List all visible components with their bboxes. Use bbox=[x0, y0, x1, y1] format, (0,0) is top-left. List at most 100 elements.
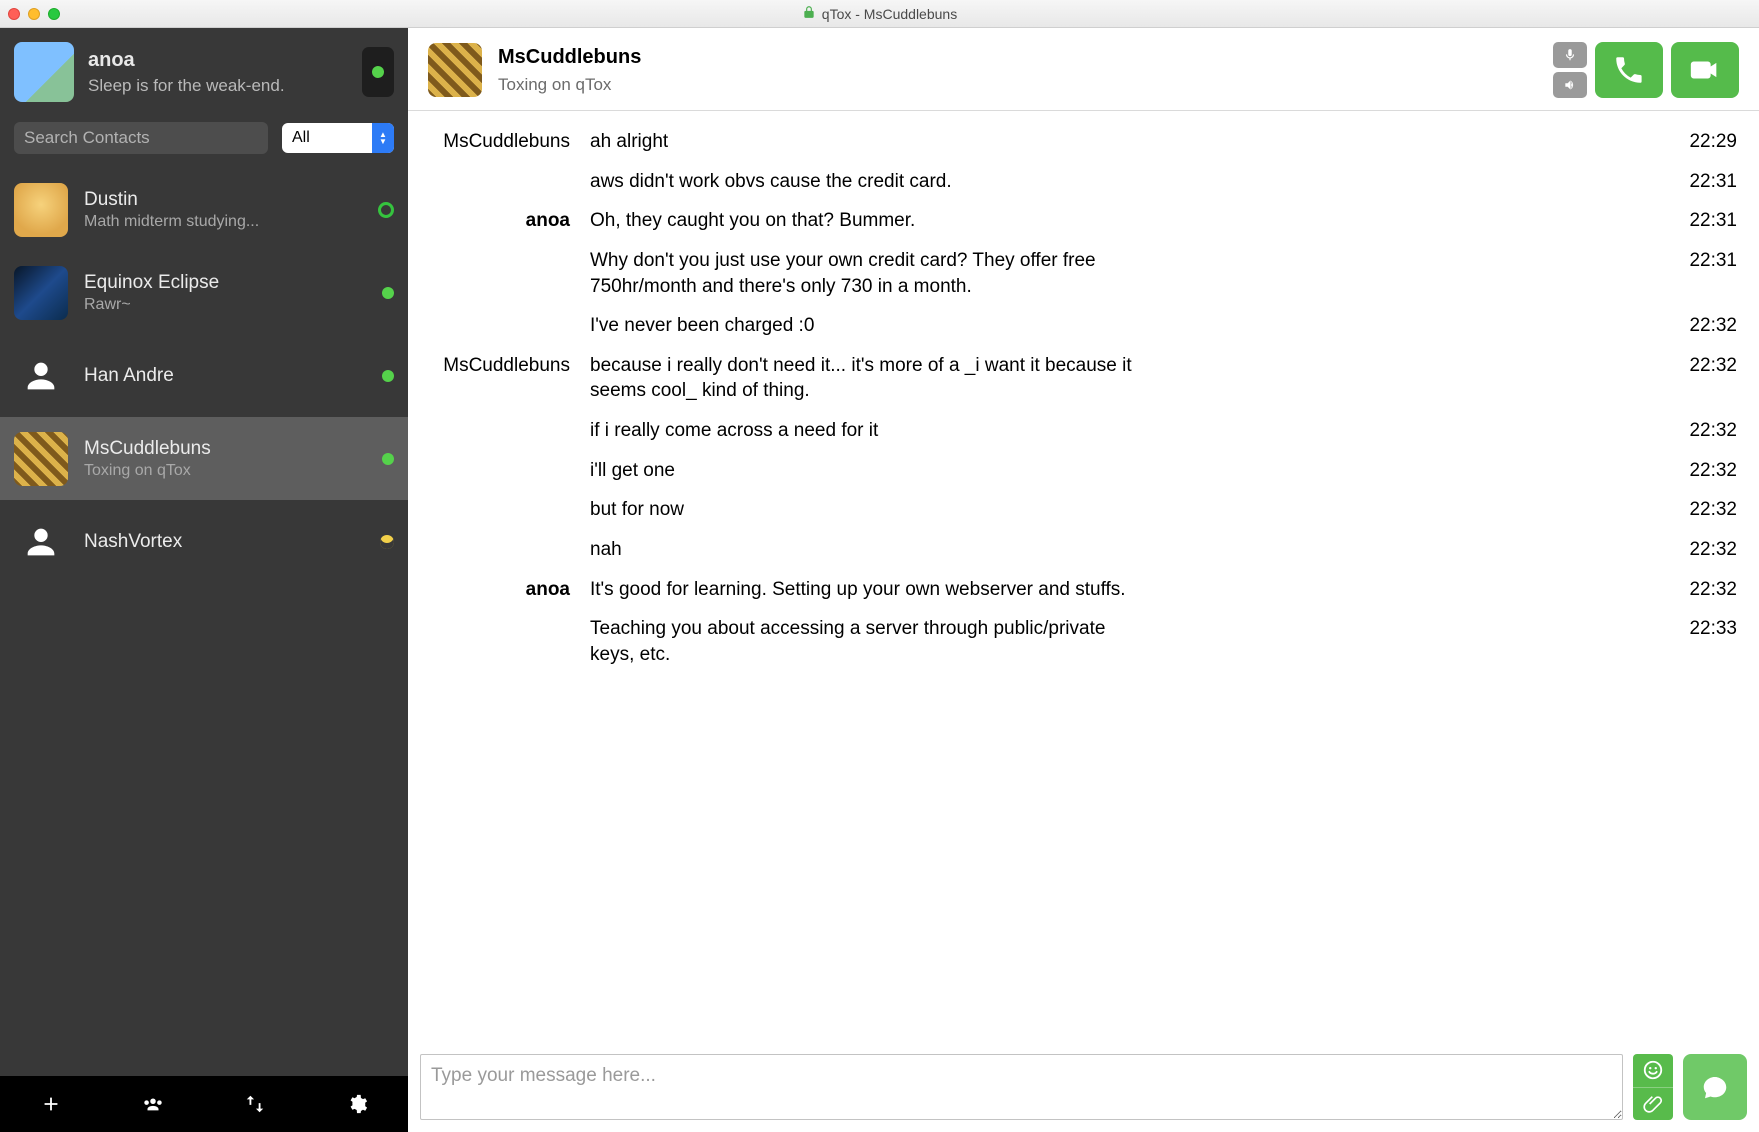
contact-avatar bbox=[14, 266, 68, 320]
message-row: MsCuddlebunsbecause i really don't need … bbox=[430, 353, 1737, 404]
presence-dot-icon bbox=[382, 370, 394, 382]
add-contact-button[interactable] bbox=[33, 1086, 69, 1122]
select-chevrons-icon: ▲▼ bbox=[372, 123, 394, 153]
message-sender: anoa bbox=[430, 577, 590, 603]
contact-name: MsCuddlebuns bbox=[84, 438, 366, 460]
message-timestamp: 22:32 bbox=[1689, 577, 1737, 603]
contact-name: Equinox Eclipse bbox=[84, 272, 366, 294]
group-button[interactable] bbox=[135, 1086, 171, 1122]
gear-icon bbox=[346, 1093, 368, 1115]
contact-avatar bbox=[14, 183, 68, 237]
compose-bar bbox=[408, 1046, 1759, 1132]
message-timestamp: 22:32 bbox=[1689, 418, 1737, 444]
search-contacts-input[interactable] bbox=[14, 122, 268, 154]
message-row: nah 22:32 bbox=[430, 537, 1737, 563]
window-minimize-button[interactable] bbox=[28, 8, 40, 20]
settings-button[interactable] bbox=[339, 1086, 375, 1122]
message-row: Teaching you about accessing a server th… bbox=[430, 616, 1737, 667]
chat-panel: MsCuddlebuns Toxing on qTox bbox=[408, 28, 1759, 1132]
window-titlebar: qTox - MsCuddlebuns bbox=[0, 0, 1759, 28]
message-row: anoaIt's good for learning. Setting up y… bbox=[430, 577, 1737, 603]
mute-mic-button[interactable] bbox=[1553, 42, 1587, 68]
contact-status-text: Toxing on qTox bbox=[84, 462, 366, 480]
message-sender bbox=[430, 313, 590, 339]
message-input[interactable] bbox=[420, 1054, 1623, 1120]
message-text: I've never been charged :0 bbox=[590, 313, 1150, 339]
speaker-icon bbox=[1563, 78, 1577, 92]
contact-presence-indicator bbox=[382, 370, 394, 382]
contact-avatar bbox=[14, 515, 68, 569]
contact-item[interactable]: DustinMath midterm studying... bbox=[0, 168, 408, 251]
message-text: Oh, they caught you on that? Bummer. bbox=[590, 208, 1150, 234]
message-timestamp: 22:32 bbox=[1689, 353, 1737, 404]
attach-button[interactable] bbox=[1633, 1087, 1673, 1121]
contact-list: DustinMath midterm studying...Equinox Ec… bbox=[0, 168, 408, 1076]
contact-item[interactable]: Equinox Eclipse Rawr~ bbox=[0, 251, 408, 334]
contact-presence-indicator bbox=[380, 535, 394, 549]
message-sender: MsCuddlebuns bbox=[430, 129, 590, 155]
window-close-button[interactable] bbox=[8, 8, 20, 20]
message-text: It's good for learning. Setting up your … bbox=[590, 577, 1150, 603]
message-text: nah bbox=[590, 537, 1150, 563]
message-text: i'll get one bbox=[590, 458, 1150, 484]
message-list[interactable]: MsCuddlebunsah alright22:29aws didn't wo… bbox=[408, 111, 1759, 1046]
presence-dot-icon bbox=[372, 66, 384, 78]
paperclip-icon bbox=[1643, 1094, 1663, 1114]
self-presence-toggle[interactable] bbox=[362, 47, 394, 97]
message-row: aws didn't work obvs cause the credit ca… bbox=[430, 169, 1737, 195]
message-row: i'll get one 22:32 bbox=[430, 458, 1737, 484]
chat-contact-name: MsCuddlebuns bbox=[498, 46, 641, 69]
message-text: ah alright bbox=[590, 129, 1150, 155]
message-row: I've never been charged :0 22:32 bbox=[430, 313, 1737, 339]
message-timestamp: 22:31 bbox=[1689, 208, 1737, 234]
presence-dot-icon bbox=[380, 535, 394, 549]
contact-item[interactable]: Han Andre bbox=[0, 334, 408, 417]
message-text: if i really come across a need for it bbox=[590, 418, 1150, 444]
voice-call-button[interactable] bbox=[1595, 42, 1663, 98]
self-avatar bbox=[14, 42, 74, 102]
contact-presence-indicator bbox=[382, 453, 394, 465]
message-timestamp: 22:32 bbox=[1689, 497, 1737, 523]
message-timestamp: 22:32 bbox=[1689, 458, 1737, 484]
message-text: Why don't you just use your own credit c… bbox=[590, 248, 1150, 299]
message-sender: anoa bbox=[430, 208, 590, 234]
message-row: but for now 22:32 bbox=[430, 497, 1737, 523]
message-timestamp: 22:32 bbox=[1689, 313, 1737, 339]
emoji-button[interactable] bbox=[1633, 1054, 1673, 1087]
window-zoom-button[interactable] bbox=[48, 8, 60, 20]
contact-status-text: Rawr~ bbox=[84, 296, 366, 314]
person-icon bbox=[21, 522, 61, 562]
message-timestamp: 22:31 bbox=[1689, 169, 1737, 195]
group-icon bbox=[142, 1093, 164, 1115]
microphone-icon bbox=[1563, 48, 1577, 62]
contact-presence-indicator bbox=[378, 202, 394, 218]
video-call-button[interactable] bbox=[1671, 42, 1739, 98]
contact-avatar bbox=[14, 432, 68, 486]
person-icon bbox=[21, 356, 61, 396]
plus-icon bbox=[40, 1093, 62, 1115]
presence-dot-icon bbox=[378, 202, 394, 218]
message-row: anoaOh, they caught you on that? Bummer.… bbox=[430, 208, 1737, 234]
message-timestamp: 22:32 bbox=[1689, 537, 1737, 563]
message-row: if i really come across a need for it 22:… bbox=[430, 418, 1737, 444]
message-sender bbox=[430, 616, 590, 667]
message-sender bbox=[430, 458, 590, 484]
contact-name: Han Andre bbox=[84, 365, 366, 387]
chat-contact-status: Toxing on qTox bbox=[498, 75, 641, 95]
send-button[interactable] bbox=[1683, 1054, 1747, 1120]
self-status-text: Sleep is for the weak-end. bbox=[88, 76, 285, 96]
contact-item[interactable]: NashVortex bbox=[0, 500, 408, 583]
contact-name: NashVortex bbox=[84, 531, 364, 553]
window-title: qTox - MsCuddlebuns bbox=[822, 6, 957, 22]
message-text: but for now bbox=[590, 497, 1150, 523]
self-username: anoa bbox=[88, 49, 285, 72]
contact-item[interactable]: MsCuddlebuns Toxing on qTox bbox=[0, 417, 408, 500]
mute-speaker-button[interactable] bbox=[1553, 72, 1587, 98]
message-row: Why don't you just use your own credit c… bbox=[430, 248, 1737, 299]
lock-icon bbox=[802, 5, 816, 22]
chat-contact-avatar bbox=[428, 43, 482, 97]
transfers-button[interactable] bbox=[237, 1086, 273, 1122]
self-profile[interactable]: anoa Sleep is for the weak-end. bbox=[0, 28, 408, 122]
contact-filter-select[interactable]: All ▲▼ bbox=[282, 123, 394, 153]
message-sender bbox=[430, 418, 590, 444]
